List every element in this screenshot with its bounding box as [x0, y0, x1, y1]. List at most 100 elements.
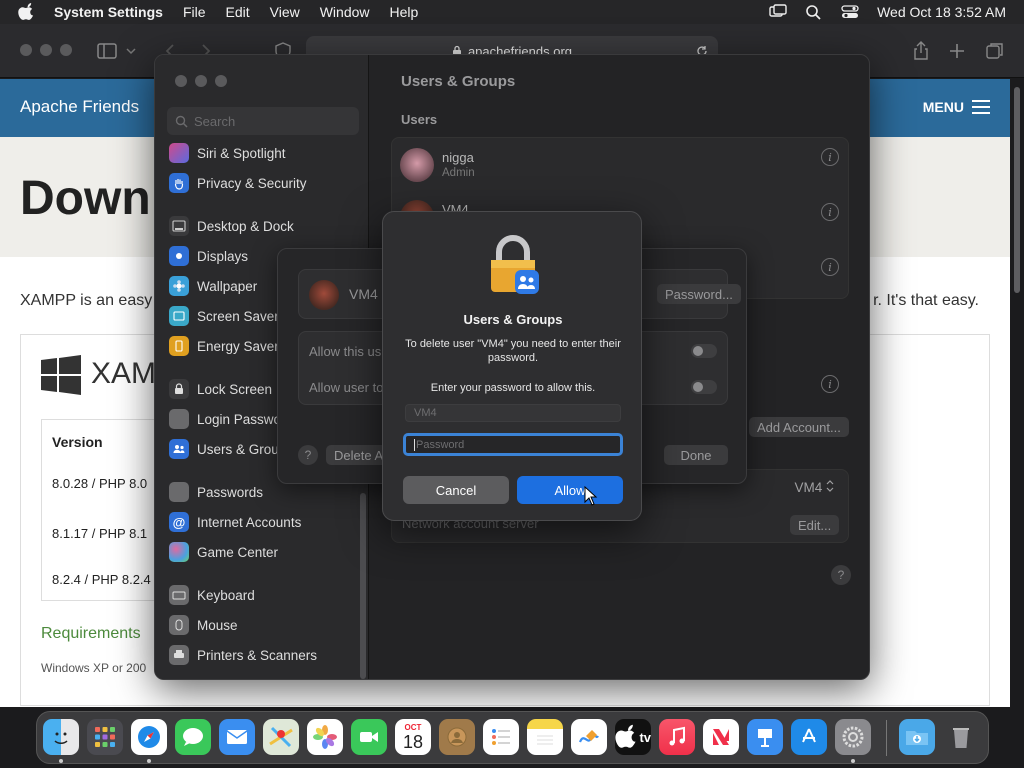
- cancel-button[interactable]: Cancel: [403, 476, 509, 504]
- password-field[interactable]: Password: [403, 433, 623, 456]
- help-button[interactable]: ?: [831, 565, 851, 585]
- sidebar-item-keyboard[interactable]: Keyboard: [169, 583, 255, 607]
- site-menu-button[interactable]: MENU: [923, 99, 990, 115]
- search-placeholder: Search: [194, 113, 236, 129]
- menu-file[interactable]: File: [183, 4, 206, 20]
- tab-overview-icon[interactable]: [984, 40, 1006, 62]
- sidebar-item-passwords[interactable]: Passwords: [169, 480, 263, 504]
- photos-icon[interactable]: [307, 719, 343, 755]
- minimize-button[interactable]: [195, 75, 207, 87]
- mail-icon[interactable]: [219, 719, 255, 755]
- sidebar-item-desktop-dock[interactable]: Desktop & Dock: [169, 214, 294, 238]
- sidebar-item-lock-screen[interactable]: Lock Screen: [169, 377, 272, 401]
- downloads-folder-icon[interactable]: [899, 719, 935, 755]
- minimize-button[interactable]: [40, 44, 52, 56]
- facetime-icon[interactable]: [351, 719, 387, 755]
- notes-icon[interactable]: [527, 719, 563, 755]
- sheet-help-button[interactable]: ?: [298, 445, 318, 465]
- edit-button[interactable]: Edit...: [790, 515, 840, 535]
- intro-text-end: r. It's that easy.: [873, 292, 979, 309]
- version-row[interactable]: 8.0.28 / PHP 8.0: [52, 476, 147, 491]
- reset-password-button[interactable]: Password...: [657, 284, 741, 304]
- sidebar-item-login-password[interactable]: Login Password: [169, 407, 293, 431]
- freeform-icon[interactable]: [571, 719, 607, 755]
- sidebar-item-users-groups[interactable]: Users & Groups: [169, 437, 293, 461]
- calendar-icon[interactable]: OCT 18: [395, 719, 431, 755]
- messages-icon[interactable]: [175, 719, 211, 755]
- sidebar-item-mouse[interactable]: Mouse: [169, 613, 238, 637]
- sidebar-item-internet-accounts[interactable]: @ Internet Accounts: [169, 510, 301, 534]
- add-account-button[interactable]: Add Account...: [749, 417, 849, 437]
- new-tab-icon[interactable]: [946, 40, 968, 62]
- page-scrollbar[interactable]: [1010, 79, 1024, 707]
- menubar-clock[interactable]: Wed Oct 18 3:52 AM: [877, 4, 1006, 20]
- sidebar-item-privacy[interactable]: Privacy & Security: [169, 171, 307, 195]
- network-server-select[interactable]: VM4: [794, 480, 834, 495]
- keynote-icon[interactable]: [747, 719, 783, 755]
- safari-window-controls: [20, 44, 72, 56]
- site-brand[interactable]: Apache Friends: [20, 97, 139, 117]
- sidebar-item-printers[interactable]: Printers & Scanners: [169, 643, 317, 667]
- menu-edit[interactable]: Edit: [226, 4, 250, 20]
- version-row[interactable]: 8.1.17 / PHP 8.1: [52, 526, 147, 541]
- close-button[interactable]: [20, 44, 32, 56]
- share-icon[interactable]: [910, 40, 932, 62]
- sidebar-item-game-center[interactable]: Game Center: [169, 540, 278, 564]
- close-button[interactable]: [175, 75, 187, 87]
- sidebar-toggle-icon[interactable]: [96, 40, 118, 62]
- tv-label: tv: [639, 729, 651, 745]
- maps-icon[interactable]: [263, 719, 299, 755]
- running-indicator: [147, 759, 151, 763]
- app-store-icon[interactable]: [791, 719, 827, 755]
- music-icon[interactable]: [659, 719, 695, 755]
- sidebar-item-displays[interactable]: Displays: [169, 244, 248, 268]
- version-row[interactable]: 8.2.4 / PHP 8.2.4: [52, 572, 151, 587]
- zoom-button[interactable]: [215, 75, 227, 87]
- allow-button[interactable]: Allow: [517, 476, 623, 504]
- sidebar-item-siri[interactable]: Siri & Spotlight: [169, 141, 286, 165]
- tv-icon[interactable]: tv: [615, 719, 651, 755]
- menu-window[interactable]: Window: [320, 4, 370, 20]
- avatar: [309, 280, 339, 310]
- sidebar-item-screen-saver[interactable]: Screen Saver: [169, 304, 279, 328]
- finder-icon[interactable]: [43, 719, 79, 755]
- sidebar-item-wallpaper[interactable]: Wallpaper: [169, 274, 257, 298]
- reminders-icon[interactable]: [483, 719, 519, 755]
- settings-search-field[interactable]: Search: [167, 107, 359, 135]
- done-button[interactable]: Done: [664, 445, 728, 465]
- info-icon[interactable]: i: [821, 148, 839, 166]
- news-icon[interactable]: [703, 719, 739, 755]
- control-center-icon[interactable]: [841, 4, 859, 20]
- apple-icon[interactable]: [18, 3, 36, 21]
- sheet-user-name: VM4: [349, 286, 378, 302]
- launchpad-icon[interactable]: [87, 719, 123, 755]
- info-icon[interactable]: i: [821, 203, 839, 221]
- spotlight-search-icon[interactable]: [805, 4, 823, 20]
- safari-icon[interactable]: [131, 719, 167, 755]
- admin-toggle[interactable]: [691, 344, 717, 358]
- trash-icon[interactable]: [943, 719, 979, 755]
- menu-app-name[interactable]: System Settings: [54, 4, 163, 20]
- menu-help[interactable]: Help: [390, 4, 419, 20]
- user-row[interactable]: nigga Admin: [400, 142, 840, 190]
- menu-bar: System Settings File Edit View Window He…: [0, 0, 1024, 24]
- requirements-link[interactable]: Requirements: [41, 625, 141, 643]
- stepper-icon: [826, 480, 834, 492]
- info-icon[interactable]: i: [821, 375, 839, 393]
- info-icon[interactable]: i: [821, 258, 839, 276]
- sidebar-item-label: Desktop & Dock: [197, 218, 294, 234]
- sidebar-scrollbar[interactable]: [360, 493, 366, 679]
- contacts-icon[interactable]: [439, 719, 475, 755]
- running-indicator: [851, 759, 855, 763]
- chevron-down-icon[interactable]: [124, 40, 138, 62]
- username-field[interactable]: VM4: [405, 404, 621, 422]
- system-settings-icon[interactable]: [835, 719, 871, 755]
- requirements-text: Windows XP or 200: [41, 661, 147, 675]
- menu-view[interactable]: View: [270, 4, 300, 20]
- reset-toggle[interactable]: [691, 380, 717, 394]
- gamecenter-icon: [169, 542, 189, 562]
- screen-mirroring-icon[interactable]: [769, 4, 787, 20]
- page-scroll-thumb[interactable]: [1014, 87, 1020, 293]
- sidebar-item-energy[interactable]: Energy Saver: [169, 334, 279, 358]
- zoom-button[interactable]: [60, 44, 72, 56]
